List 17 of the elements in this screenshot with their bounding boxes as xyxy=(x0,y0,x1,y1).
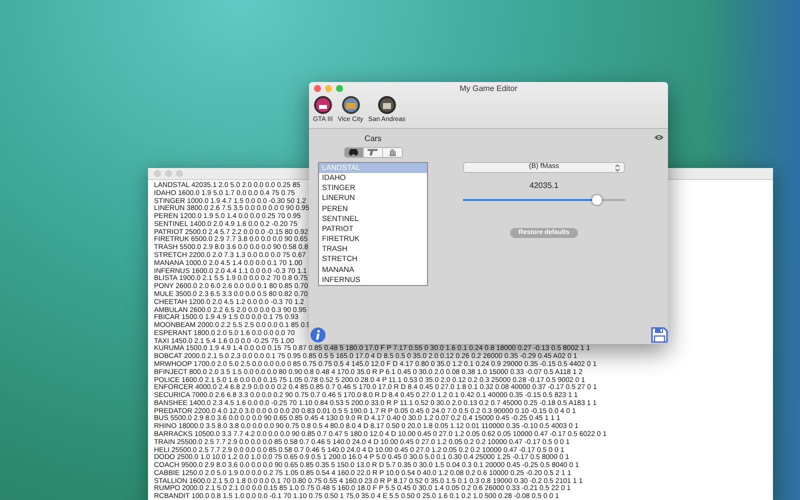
pistol-icon xyxy=(367,148,378,156)
segment-tab[interactable] xyxy=(344,148,364,157)
info-icon[interactable] xyxy=(310,327,326,343)
window-title: My Game Editor xyxy=(458,82,518,94)
game-icon xyxy=(314,96,332,114)
stepper-icon xyxy=(615,164,620,172)
game-icon xyxy=(378,96,396,114)
value-reading: 42035.1 xyxy=(530,180,558,192)
game-icon xyxy=(342,96,360,114)
eye-icon[interactable] xyxy=(654,134,664,141)
window-zoom-button[interactable] xyxy=(336,85,343,92)
car-icon xyxy=(348,148,359,156)
window-close-button[interactable] xyxy=(314,85,321,92)
section-title: Cars xyxy=(364,134,382,144)
hand-icon xyxy=(386,148,398,156)
save-icon[interactable] xyxy=(651,327,668,343)
slider-thumb[interactable] xyxy=(592,194,602,205)
